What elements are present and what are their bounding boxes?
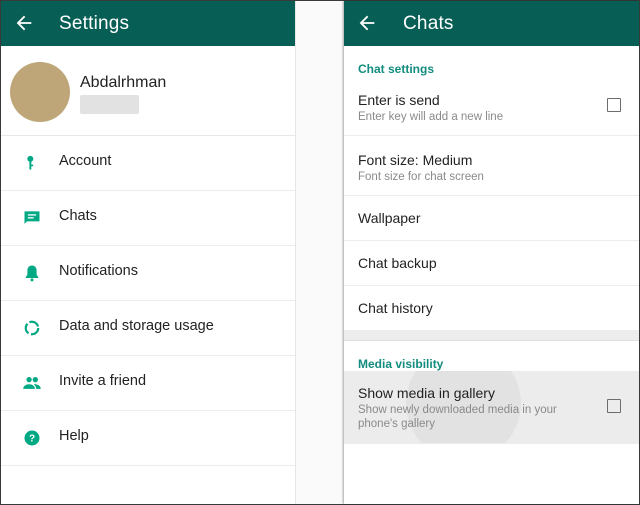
page-title: Chats [403,13,454,34]
setting-subtitle: Font size for chat screen [358,171,484,183]
settings-item-label: Chats [59,208,97,224]
chats-settings-screen: Chats Chat settings Enter is send Enter … [344,1,639,504]
setting-title: Show media in gallery [358,385,495,401]
settings-item-invite[interactable]: Invite a friend [1,356,295,411]
section-header-label: Media visibility [358,357,444,371]
back-arrow-icon[interactable] [13,12,35,34]
settings-item-label: Data and storage usage [59,318,214,334]
bell-icon [25,265,39,282]
settings-item-data-storage[interactable]: Data and storage usage [1,301,295,356]
help-icon: ? [24,430,40,446]
background-gap [296,1,343,504]
svg-text:?: ? [29,434,35,445]
setting-wallpaper[interactable]: Wallpaper [344,196,639,241]
setting-title: Wallpaper [358,210,421,226]
profile-name: Abdalrhman [80,74,167,91]
settings-screen: Settings Abdalrhman Account Chats Notifi… [1,1,296,504]
setting-title: Font size: Medium [358,152,473,168]
setting-title: Chat backup [358,255,437,271]
enter-is-send-checkbox[interactable] [607,98,621,112]
settings-app-bar: Settings [1,1,295,46]
chat-icon [24,211,40,224]
settings-item-account[interactable]: Account [1,136,295,191]
chats-app-bar: Chats [344,1,639,46]
profile-status-redacted [80,95,139,114]
settings-item-label: Invite a friend [59,373,147,389]
setting-show-media-in-gallery[interactable]: Show media in gallery Show newly downloa… [344,371,639,444]
setting-enter-is-send[interactable]: Enter is send Enter key will add a new l… [344,76,639,136]
avatar[interactable] [10,62,70,122]
settings-item-notifications[interactable]: Notifications [1,246,295,301]
setting-chat-backup[interactable]: Chat backup [344,241,639,286]
setting-title: Enter is send [358,92,440,108]
back-arrow-icon[interactable] [356,12,378,34]
setting-subtitle: Enter key will add a new line [358,111,504,123]
setting-font-size[interactable]: Font size: Medium Font size for chat scr… [344,136,639,196]
section-header-label: Chat settings [358,62,435,76]
people-icon [23,377,41,389]
data-usage-icon [24,320,40,336]
show-media-checkbox[interactable] [607,399,621,413]
section-divider [344,330,639,341]
settings-item-help[interactable]: ? Help [1,411,295,466]
page-title: Settings [59,13,130,34]
profile-row[interactable]: Abdalrhman [1,46,295,136]
key-icon [27,155,34,170]
setting-chat-history[interactable]: Chat history [344,286,639,330]
section-header-chat-settings: Chat settings [344,46,639,76]
settings-item-chats[interactable]: Chats [1,191,295,246]
setting-subtitle: Show newly downloaded media in your [358,404,557,416]
settings-item-label: Notifications [59,263,138,279]
setting-title: Chat history [358,300,433,316]
settings-item-label: Account [59,153,112,169]
settings-item-label: Help [59,428,89,444]
setting-subtitle: phone's gallery [358,418,435,430]
section-header-media-visibility: Media visibility [344,341,639,371]
